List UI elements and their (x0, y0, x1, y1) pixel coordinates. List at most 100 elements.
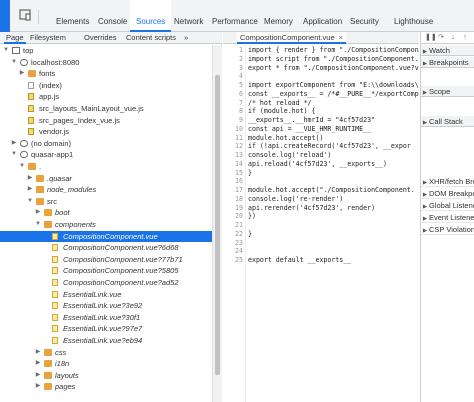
tab-elements[interactable]: Elements (50, 0, 95, 32)
line-number[interactable]: 11 (223, 134, 243, 142)
expand-arrow-icon[interactable]: ▶ (34, 207, 42, 218)
expand-arrow-icon[interactable]: ▼ (26, 196, 34, 207)
line-number[interactable]: 16 (223, 177, 243, 185)
line-number[interactable]: 15 (223, 169, 243, 177)
expand-arrow-icon[interactable]: ▶ (34, 358, 42, 369)
line-number[interactable]: 6 (223, 90, 243, 98)
line-number[interactable]: 25 (223, 256, 243, 264)
line-number[interactable]: 24 (223, 247, 243, 255)
tree-item[interactable]: ▼ src (0, 196, 212, 207)
expand-arrow-icon[interactable]: ▼ (10, 57, 18, 68)
tree-item[interactable]: ▶ pages (0, 381, 212, 392)
expand-arrow-icon[interactable]: ▼ (34, 219, 42, 230)
close-tab-icon[interactable]: × (339, 33, 343, 42)
inspect-element-icon[interactable] (0, 0, 10, 32)
tree-item-selected[interactable]: CompositionComponent.vue (0, 230, 212, 242)
call-stack-pane-header[interactable]: ▶ Call Stack (421, 116, 474, 127)
navigator-tab-content-scripts[interactable]: Content scripts (126, 32, 176, 44)
tree-item[interactable]: EssentialLink.vue?eb94 (0, 335, 212, 346)
tree-item[interactable]: vendor.js (0, 126, 212, 137)
line-number[interactable]: 21 (223, 221, 243, 229)
tree-item[interactable]: ▶ node_modules (0, 184, 212, 195)
line-number[interactable]: 17 (223, 186, 243, 194)
tree-item[interactable]: EssentialLink.vue?97e7 (0, 323, 212, 334)
line-number[interactable]: 3 (223, 64, 243, 72)
tree-item[interactable]: ▼ components (0, 219, 212, 230)
pause-icon[interactable]: ❚❚ (425, 34, 437, 42)
step-into-icon[interactable]: ↓ (449, 34, 457, 42)
tree-item[interactable]: ▶ (no domain) (0, 138, 212, 149)
line-number[interactable]: 12 (223, 142, 243, 150)
expand-arrow-icon[interactable]: ▶ (10, 138, 18, 149)
tab-performance[interactable]: Performance (208, 0, 262, 32)
line-number[interactable]: 22 (223, 230, 243, 238)
tab-application[interactable]: Application (299, 0, 346, 32)
line-number[interactable]: 19 (223, 204, 243, 212)
breakpoint-section-header[interactable]: ▶ DOM Breakpoi (421, 188, 474, 199)
tree-item[interactable]: ▼ quasar-app1 (0, 149, 212, 160)
more-tabs-button[interactable]: » (184, 32, 188, 44)
tree-item[interactable]: CompositionComponent.vue?ad52 (0, 277, 212, 288)
scope-pane-header[interactable]: ▶ Scope (421, 86, 474, 97)
expand-arrow-icon[interactable]: ▼ (10, 149, 18, 160)
breakpoint-section-header[interactable]: ▶ CSP Violation (421, 224, 474, 235)
breakpoint-section-header[interactable]: ▶ Event Listener (421, 212, 474, 223)
line-number[interactable]: 7 (223, 99, 243, 107)
device-toolbar-icon[interactable] (18, 8, 32, 22)
code-body[interactable]: 1 import { render } from "./CompositionCo… (223, 45, 419, 402)
tree-item[interactable]: CompositionComponent.vue?5805 (0, 265, 212, 276)
tree-item[interactable]: EssentialLink.vue?3e92 (0, 300, 212, 311)
tree-item[interactable]: ▶ .quasar (0, 173, 212, 184)
line-number[interactable]: 20 (223, 212, 243, 220)
line-number[interactable]: 8 (223, 107, 243, 115)
breakpoints-pane-header[interactable]: ▶ Breakpoints (421, 57, 474, 68)
tab-console[interactable]: Console (94, 0, 131, 32)
line-number[interactable]: 18 (223, 195, 243, 203)
expand-arrow-icon[interactable]: ▼ (2, 45, 10, 56)
tree-item[interactable]: ▶ css (0, 347, 212, 358)
line-number[interactable]: 5 (223, 81, 243, 89)
tree-item[interactable]: EssentialLink.vue?30f1 (0, 312, 212, 323)
tab-network[interactable]: Network (170, 0, 207, 32)
tree-item[interactable]: app.js (0, 91, 212, 102)
tree-item[interactable]: ▼ top (0, 45, 212, 56)
navigator-tab-page[interactable]: Page (4, 32, 26, 44)
expand-arrow-icon[interactable]: ▶ (18, 68, 26, 79)
scrollbar-thumb[interactable] (215, 75, 220, 375)
expand-arrow-icon[interactable]: ▼ (18, 161, 26, 172)
editor-tab-active[interactable]: CompositionComponent.vue × (237, 32, 347, 44)
tab-memory[interactable]: Memory (260, 0, 297, 32)
tree-item[interactable]: ▶ i18n (0, 358, 212, 369)
step-over-icon[interactable]: ↷ (437, 34, 445, 42)
tree-item[interactable]: ▼. (0, 161, 212, 172)
line-number[interactable]: 23 (223, 239, 243, 247)
breakpoint-section-header[interactable]: ▶ Global Listene (421, 200, 474, 211)
breakpoint-section-header[interactable]: ▶XHR/fetch Brea (421, 176, 474, 187)
tree-item[interactable]: ▼ localhost:8080 (0, 57, 212, 68)
tree-item[interactable]: src_layouts_MainLayout_vue.js (0, 103, 212, 114)
navigator-scrollbar[interactable] (212, 45, 222, 402)
line-number[interactable]: 14 (223, 160, 243, 168)
expand-arrow-icon[interactable]: ▶ (34, 347, 42, 358)
tree-item[interactable]: (index) (0, 80, 212, 91)
expand-arrow-icon[interactable]: ▶ (34, 370, 42, 381)
navigator-tab-filesystem[interactable]: Filesystem (30, 32, 66, 44)
step-out-icon[interactable]: ↑ (461, 34, 469, 42)
line-number[interactable]: 2 (223, 55, 243, 63)
expand-arrow-icon[interactable]: ▶ (26, 184, 34, 195)
tab-security[interactable]: Security (346, 0, 383, 32)
tree-item[interactable]: src_pages_Index_vue.js (0, 115, 212, 126)
tree-item[interactable]: ▶ fonts (0, 68, 212, 79)
line-number[interactable]: 13 (223, 151, 243, 159)
tree-item[interactable]: EssentialLink.vue (0, 289, 212, 300)
tab-sources[interactable]: Sources (130, 0, 172, 32)
tree-item[interactable]: CompositionComponent.vue?77b71 (0, 254, 212, 265)
expand-arrow-icon[interactable]: ▶ (34, 381, 42, 392)
line-number[interactable]: 9 (223, 116, 243, 124)
line-number[interactable]: 1 (223, 46, 243, 54)
navigator-tab-overrides[interactable]: Overrides (84, 32, 117, 44)
tree-item[interactable]: ▶ layouts (0, 370, 212, 381)
tree-item[interactable]: ▶ boot (0, 207, 212, 218)
line-number[interactable]: 4 (223, 72, 243, 80)
tree-item[interactable]: CompositionComponent.vue?6d68 (0, 242, 212, 253)
